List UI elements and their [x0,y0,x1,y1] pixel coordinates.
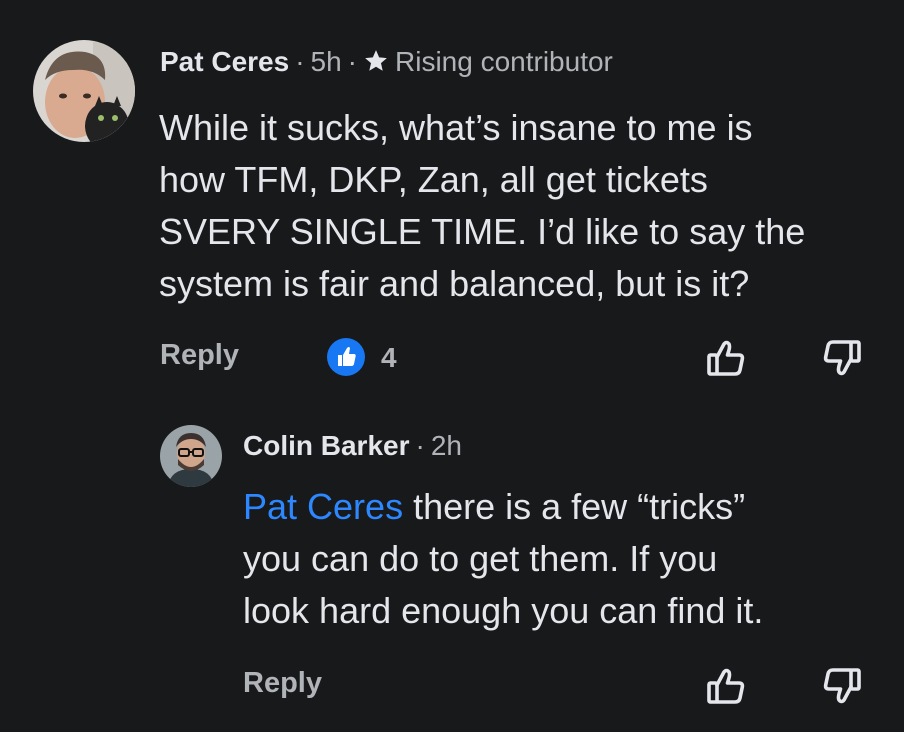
star-icon [363,47,389,83]
comment-text-line: how TFM, DKP, Zan, all get tickets [159,159,708,200]
meta-separator: · [295,46,305,77]
contributor-badge: Rising contributor [395,46,613,77]
avatar-colin-barker[interactable] [160,425,222,487]
comment-text-line: SVERY SINGLE TIME. I’d like to say the [159,211,806,252]
thumbs-down-outline-icon[interactable] [820,664,864,708]
comment-thread: Pat Ceres · 5h · Rising contributor While it… [0,0,904,732]
meta-separator: · [347,46,357,77]
reply-text-line: you can do to get them. If you [243,538,718,579]
reply-text-line: Pat Ceres there is a few “tricks” [243,481,763,533]
thumbs-up-outline-icon[interactable] [704,336,748,380]
reply-button[interactable]: Reply [243,666,322,700]
comment-text: While it sucks, what’s insane to me is h… [159,102,805,310]
mention-link[interactable]: Pat Ceres [243,486,403,527]
comment-text-line: While it sucks, what’s insane to me is [159,107,753,148]
reply-button[interactable]: Reply [160,338,239,372]
reply-meta: Colin Barker · 2h [243,428,462,464]
thumbs-up-outline-icon[interactable] [704,664,748,708]
reply-text-line: look hard enough you can find it. [243,590,764,631]
comment-author[interactable]: Pat Ceres [160,46,289,77]
comment-meta: Pat Ceres · 5h · Rising contributor [160,44,613,83]
comment-text-line: system is fair and balanced, but is it? [159,263,750,304]
reply-author[interactable]: Colin Barker [243,430,410,461]
avatar-pat-ceres[interactable] [33,40,135,142]
reply-text: Pat Ceres there is a few “tricks” you ca… [243,481,763,637]
thumbs-down-outline-icon[interactable] [820,336,864,380]
meta-separator: · [415,430,425,461]
reply-time: 2h [430,430,462,461]
like-reaction-icon[interactable] [327,338,365,376]
like-count: 4 [381,342,397,373]
reply-text-rest: there is a few “tricks” [403,486,746,527]
comment-time: 5h [310,46,342,77]
